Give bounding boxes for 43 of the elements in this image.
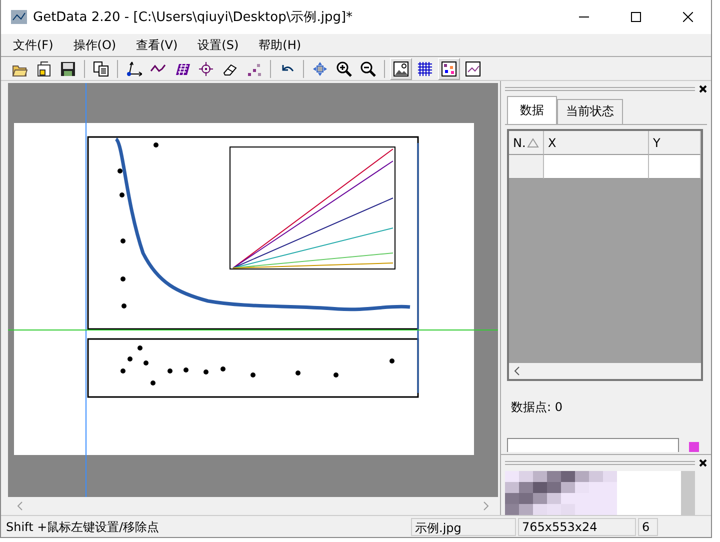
sort-triangle-icon [526, 138, 539, 148]
copy-icon [93, 60, 109, 76]
column-header[interactable]: X [548, 136, 556, 150]
scroll-left-icon [16, 501, 24, 511]
tab[interactable]: 当前状态 [557, 99, 623, 124]
zoom-out-icon [360, 60, 376, 76]
maximize-icon [631, 12, 641, 22]
toolbar-button[interactable] [390, 58, 412, 80]
close-icon[interactable] [699, 84, 707, 92]
window-title: GetData 2.20 - [C:\Users\qiuyi\Desktop\示例.jpg]* [33, 9, 354, 26]
close-icon [683, 12, 693, 22]
menu-item[interactable]: 查看(V) [130, 34, 184, 56]
minimize-icon [579, 16, 589, 18]
status-text: Shift +鼠标左键设置/移除点 [5, 518, 160, 536]
tab[interactable]: 数据 [507, 96, 557, 124]
grid-icon [417, 60, 433, 76]
app-icon [11, 10, 27, 24]
horizontal-scrollbar[interactable] [509, 363, 701, 379]
status-text: 6 [638, 518, 658, 536]
zoom-in-icon [336, 60, 352, 76]
crosshair-icon [198, 60, 214, 76]
table-cell[interactable] [544, 155, 649, 179]
menu-item[interactable]: 文件(F) [7, 34, 60, 56]
axes-icon [126, 60, 142, 76]
column-header[interactable]: Y [653, 136, 660, 150]
menu-item[interactable]: 设置(S) [192, 34, 245, 56]
window-icon [36, 60, 52, 76]
colored-points-icon [441, 60, 457, 76]
image-icon [393, 60, 409, 76]
menu-item[interactable]: 帮助(H) [252, 34, 308, 56]
scroll-right-icon [482, 501, 490, 511]
menu-item[interactable]: 操作(O) [67, 34, 122, 56]
status-text: 示例.jpg [411, 518, 516, 536]
dropdown[interactable] [507, 438, 679, 452]
toolbar-button[interactable] [438, 58, 460, 80]
status-text: 765x553x24 [518, 518, 636, 536]
move-icon [312, 60, 328, 76]
color-swatch[interactable] [689, 442, 699, 452]
line-chart-icon [465, 60, 481, 76]
scroll-left-icon [513, 366, 521, 376]
close-icon[interactable] [699, 459, 707, 467]
point-count-label: 数据点: 0 [511, 399, 564, 416]
table-cell[interactable] [649, 155, 701, 179]
